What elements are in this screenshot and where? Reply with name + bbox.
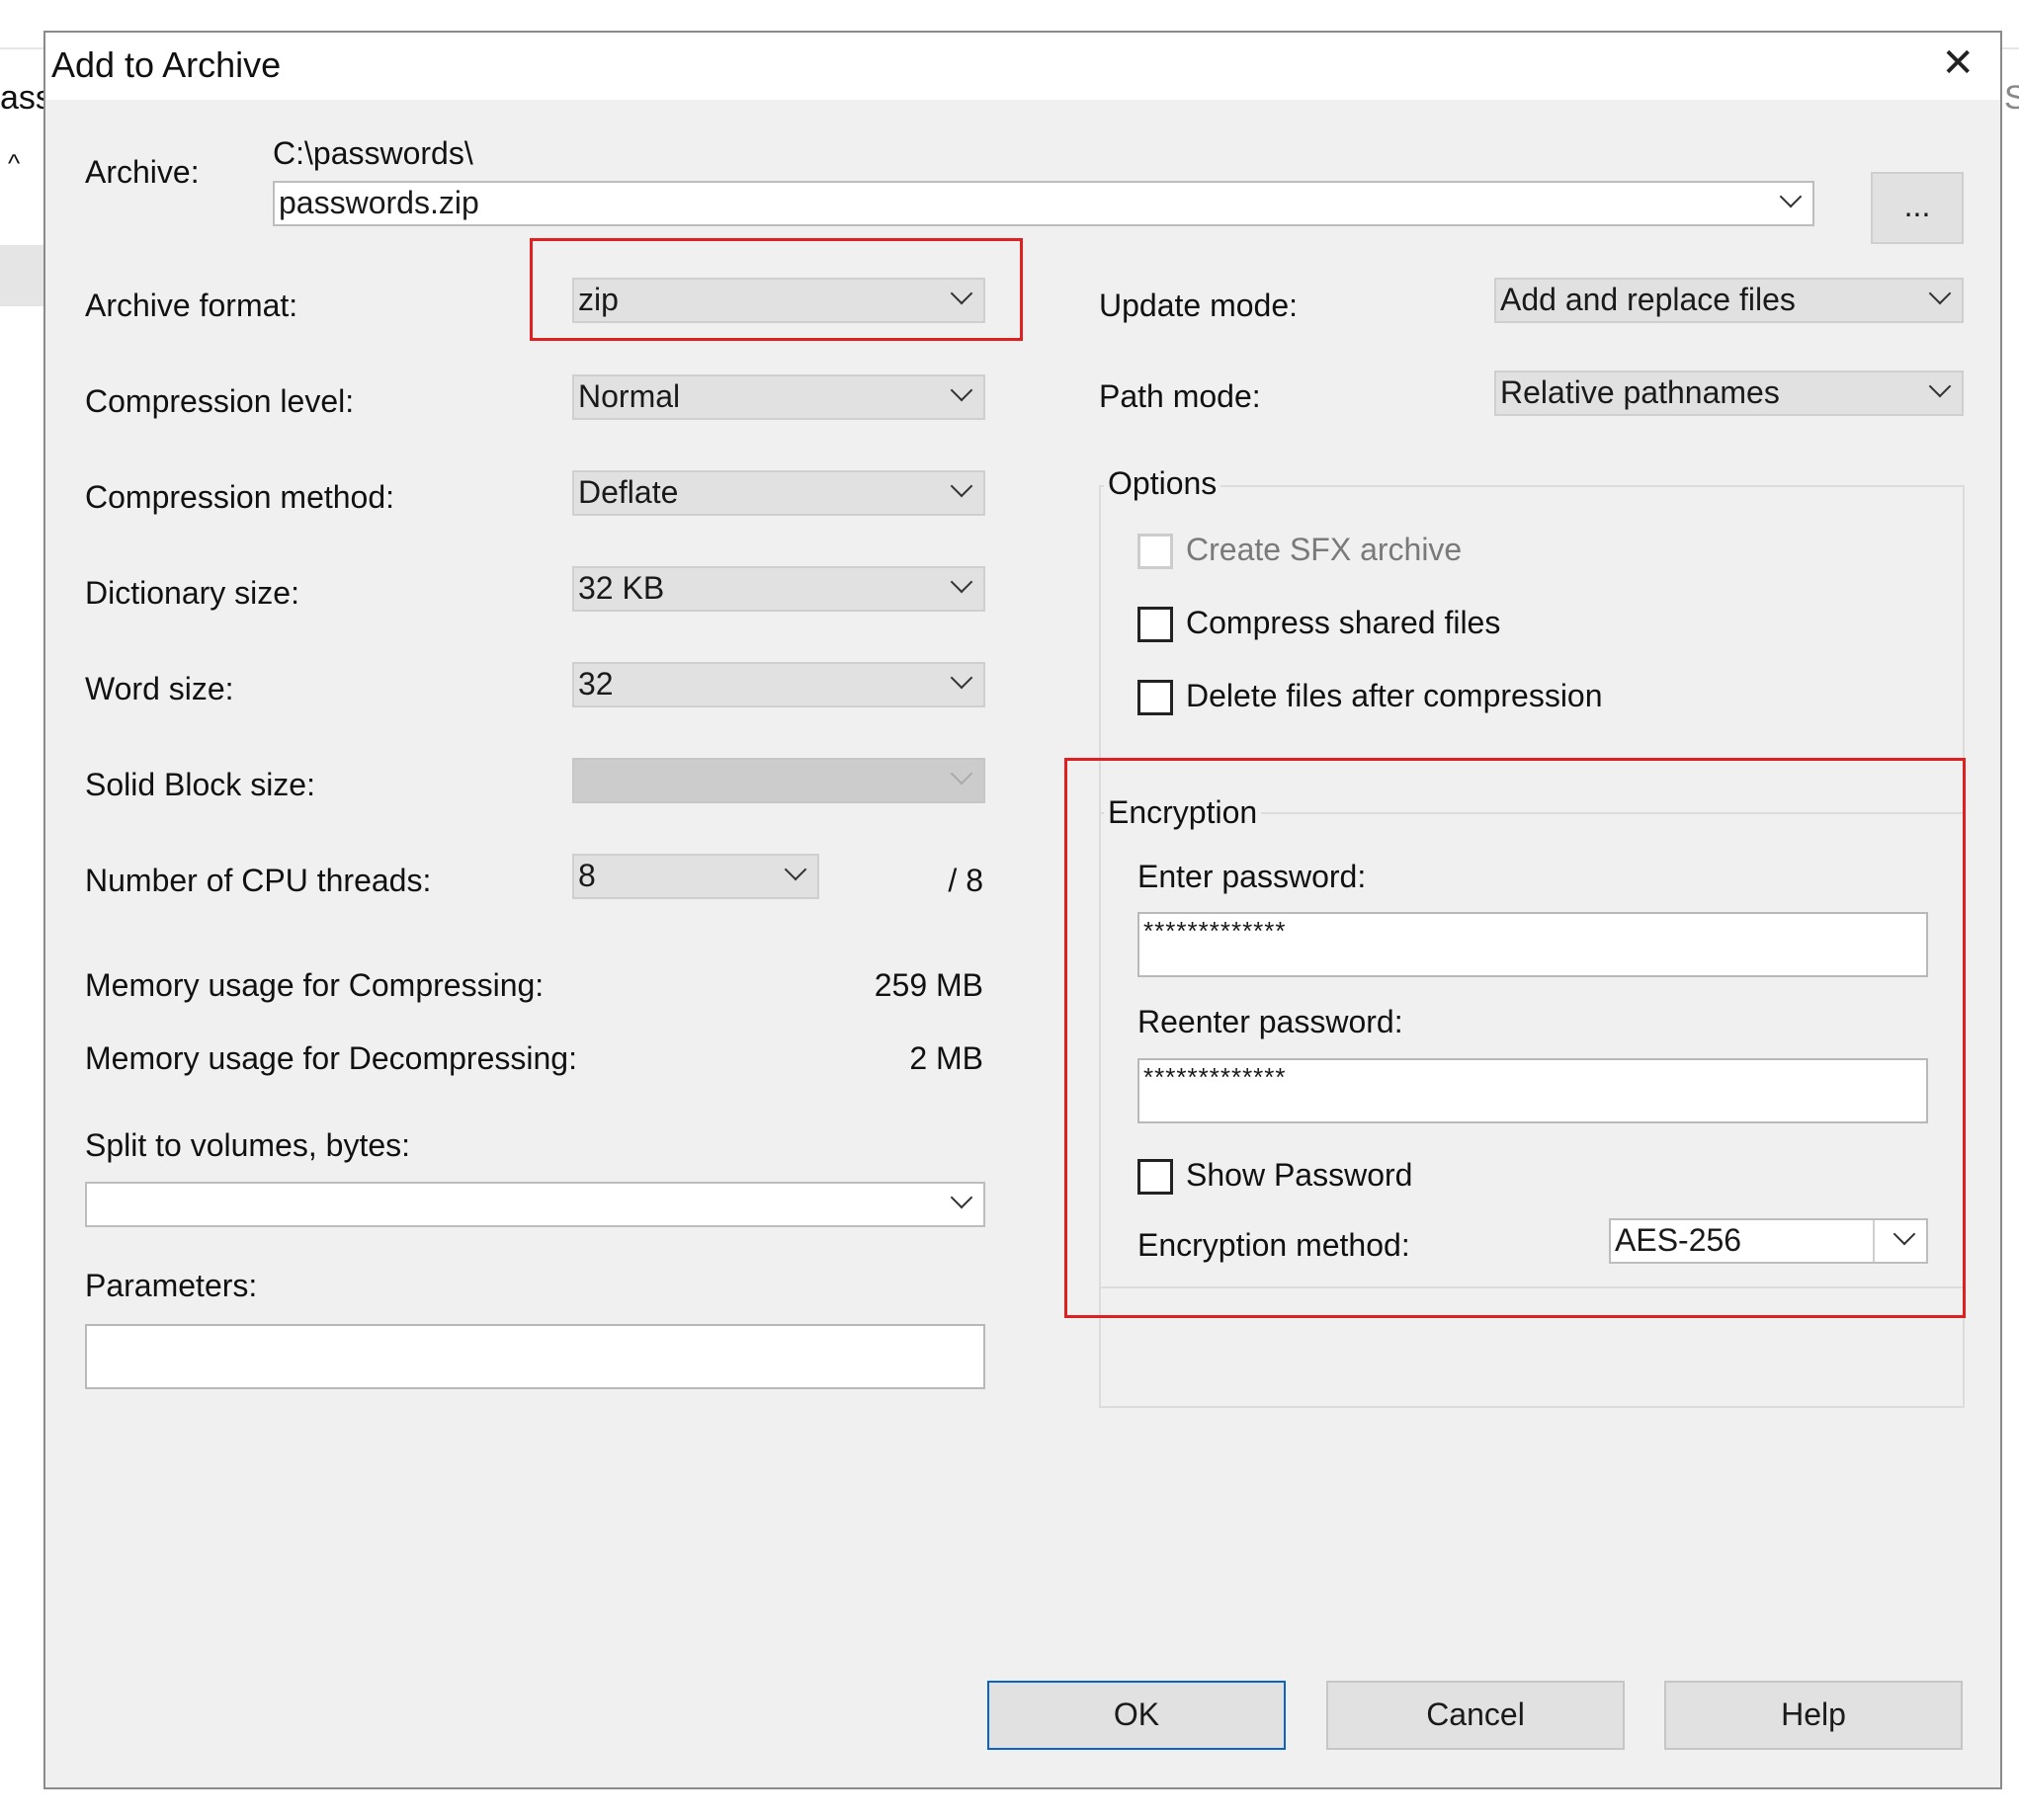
enter-password-label: Enter password: xyxy=(1137,859,1367,894)
combo-divider xyxy=(1873,1220,1875,1262)
parameters-input[interactable] xyxy=(85,1324,985,1389)
compression-level-label: Compression level: xyxy=(85,383,355,419)
compression-level-select[interactable]: Normal xyxy=(572,374,985,420)
show-password-checkbox[interactable] xyxy=(1137,1159,1173,1195)
chevron-down-icon xyxy=(950,474,973,498)
update-mode-select[interactable]: Add and replace files xyxy=(1494,278,1964,323)
title-bar: Add to Archive ✕ xyxy=(45,33,2000,100)
dictionary-size-select[interactable]: 32 KB xyxy=(572,566,985,612)
archive-path: C:\passwords\ xyxy=(273,135,473,171)
compression-method-select[interactable]: Deflate xyxy=(572,470,985,516)
compress-shared-checkbox[interactable] xyxy=(1137,607,1173,642)
cpu-threads-select[interactable]: 8 xyxy=(572,854,819,899)
split-volumes-label: Split to volumes, bytes: xyxy=(85,1127,411,1163)
cpu-threads-value: 8 xyxy=(578,858,596,893)
chevron-down-icon xyxy=(1928,374,1952,398)
background-window-text-right: S xyxy=(2004,79,2019,117)
reenter-password-value: ************* xyxy=(1143,1062,1287,1092)
delete-after-checkbox[interactable] xyxy=(1137,680,1173,715)
compression-method-value: Deflate xyxy=(578,474,679,510)
chevron-down-icon xyxy=(784,858,807,881)
background-divider-right xyxy=(2002,47,2019,49)
background-divider xyxy=(0,47,43,49)
archive-label: Archive: xyxy=(85,154,200,190)
add-to-archive-dialog: Add to Archive ✕ Archive: C:\passwords\ … xyxy=(43,31,2002,1789)
solid-block-size-label: Solid Block size: xyxy=(85,767,315,802)
dictionary-size-value: 32 KB xyxy=(578,570,665,606)
chevron-down-icon xyxy=(1928,282,1952,305)
dialog-title: Add to Archive xyxy=(51,44,282,85)
split-volumes-combo[interactable] xyxy=(85,1182,985,1227)
word-size-label: Word size: xyxy=(85,671,234,706)
cpu-threads-max: / 8 xyxy=(948,863,983,898)
browse-button[interactable]: ... xyxy=(1871,172,1964,244)
update-mode-label: Update mode: xyxy=(1099,288,1299,323)
chevron-down-icon xyxy=(950,570,973,594)
cancel-button[interactable]: Cancel xyxy=(1326,1681,1625,1750)
archive-format-value: zip xyxy=(578,282,619,317)
chevron-down-icon xyxy=(950,1186,973,1209)
background-selected-row xyxy=(0,245,43,306)
compress-shared-label: Compress shared files xyxy=(1186,605,1501,640)
chevron-down-icon xyxy=(1893,1222,1916,1246)
show-password-label: Show Password xyxy=(1186,1157,1413,1193)
path-mode-value: Relative pathnames xyxy=(1500,374,1780,410)
compression-method-label: Compression method: xyxy=(85,479,395,515)
word-size-select[interactable]: 32 xyxy=(572,662,985,707)
reenter-password-input[interactable]: ************* xyxy=(1137,1058,1928,1123)
enter-password-value: ************* xyxy=(1143,916,1287,946)
help-button[interactable]: Help xyxy=(1664,1681,1963,1750)
archive-format-label: Archive format: xyxy=(85,288,298,323)
chevron-down-icon xyxy=(1779,185,1803,208)
compression-level-value: Normal xyxy=(578,378,681,414)
solid-block-size-select xyxy=(572,758,985,803)
encryption-method-select[interactable]: AES-256 xyxy=(1609,1218,1928,1264)
background-window-text: assv xyxy=(0,79,43,117)
chevron-down-icon xyxy=(950,666,973,690)
enter-password-input[interactable]: ************* xyxy=(1137,912,1928,977)
close-icon[interactable]: ✕ xyxy=(1941,41,1975,86)
update-mode-value: Add and replace files xyxy=(1500,282,1796,317)
memory-decompress-label: Memory usage for Decompressing: xyxy=(85,1040,577,1076)
archive-format-select[interactable]: zip xyxy=(572,278,985,323)
memory-compress-label: Memory usage for Compressing: xyxy=(85,967,545,1003)
chevron-down-icon xyxy=(950,282,973,305)
word-size-value: 32 xyxy=(578,666,614,702)
cpu-threads-label: Number of CPU threads: xyxy=(85,863,432,898)
ok-button[interactable]: OK xyxy=(987,1681,1286,1750)
memory-compress-value: 259 MB xyxy=(874,967,983,1003)
background-scroll-up-icon[interactable]: ^ xyxy=(8,148,20,179)
encryption-method-label: Encryption method: xyxy=(1137,1227,1410,1263)
memory-decompress-value: 2 MB xyxy=(909,1040,983,1076)
path-mode-select[interactable]: Relative pathnames xyxy=(1494,371,1964,416)
create-sfx-label: Create SFX archive xyxy=(1186,532,1463,567)
delete-after-label: Delete files after compression xyxy=(1186,678,1603,713)
dictionary-size-label: Dictionary size: xyxy=(85,575,299,611)
archive-filename-value: passwords.zip xyxy=(279,185,479,220)
path-mode-label: Path mode: xyxy=(1099,378,1261,414)
parameters-label: Parameters: xyxy=(85,1268,258,1303)
encryption-method-value: AES-256 xyxy=(1615,1222,1742,1258)
reenter-password-label: Reenter password: xyxy=(1137,1004,1403,1039)
options-group-title: Options xyxy=(1104,465,1221,502)
archive-filename-combo[interactable]: passwords.zip xyxy=(273,181,1814,226)
create-sfx-checkbox xyxy=(1137,534,1173,569)
chevron-down-icon xyxy=(950,762,973,786)
chevron-down-icon xyxy=(950,378,973,402)
